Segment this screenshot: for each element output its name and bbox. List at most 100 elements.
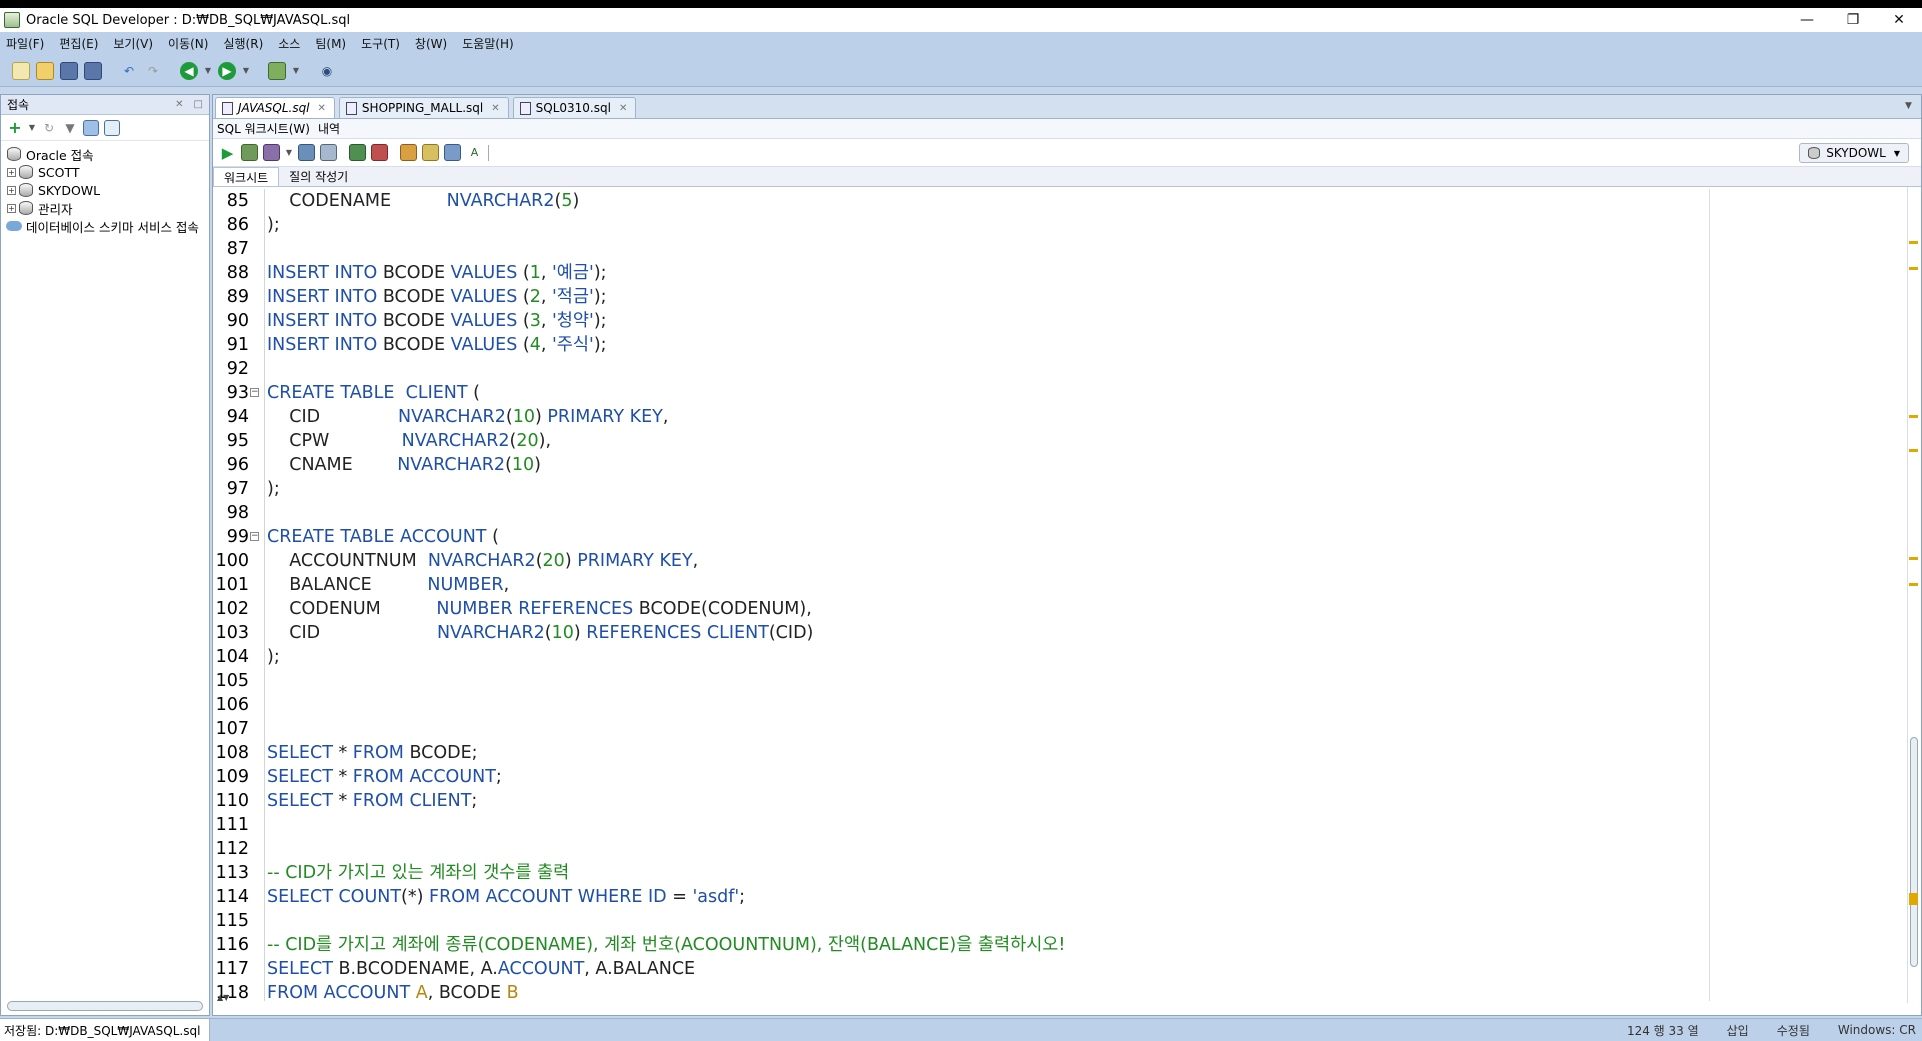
tab-list-dropdown-icon[interactable]: ▼ — [1905, 101, 1915, 111]
tree-item-scott[interactable]: + SCOTT — [1, 163, 209, 181]
save-icon[interactable] — [60, 61, 78, 80]
code-line[interactable]: 92 — [227, 357, 1913, 381]
sql-history-icon[interactable] — [444, 144, 461, 161]
unshared-sql-icon[interactable] — [400, 144, 417, 161]
connection-dropdown-icon[interactable]: ▼ — [292, 62, 300, 80]
rollback-icon[interactable] — [371, 144, 388, 161]
code-line[interactable]: 97); — [227, 477, 1913, 501]
tab-shopping-mall[interactable]: SHOPPING_MALL.sql ✕ — [338, 97, 509, 118]
collapse-all-icon[interactable] — [104, 119, 120, 136]
minimize-button[interactable]: — — [1784, 8, 1830, 32]
forward-icon[interactable]: ▶ — [218, 61, 236, 80]
menu-edit[interactable]: 편집(E) — [59, 35, 98, 52]
menu-run[interactable]: 실행(R) — [223, 35, 263, 52]
code-line[interactable]: 111 — [216, 813, 1913, 837]
tab-worksheet[interactable]: 워크시트 — [213, 167, 280, 186]
code-line[interactable]: 106 — [216, 693, 1913, 717]
refresh-icon[interactable]: ↻ — [41, 120, 57, 136]
code-editor[interactable]: 85 CODENAME NVARCHAR2(5) 86); 87 88 INSERT I… — [213, 189, 1913, 1001]
connection-selector[interactable]: SKYDOWL ▼ — [1799, 143, 1909, 163]
code-line[interactable]: 109 SELECT * FROM ACCOUNT; — [216, 765, 1913, 789]
panel-minimize-icon[interactable]: □ — [194, 99, 203, 110]
warning-marker[interactable] — [1909, 415, 1918, 418]
code-line[interactable]: 107 — [216, 717, 1913, 741]
code-line[interactable]: 101 BALANCE NUMBER, — [216, 573, 1913, 597]
warning-marker[interactable] — [1909, 241, 1918, 244]
eraser-icon[interactable] — [422, 144, 439, 161]
redo-icon[interactable]: ↷ — [144, 62, 162, 80]
menu-window[interactable]: 창(W) — [415, 35, 447, 52]
commit-icon[interactable] — [349, 144, 366, 161]
code-line[interactable]: 85 CODENAME NVARCHAR2(5) — [227, 189, 1913, 213]
schema-browser-icon[interactable] — [83, 119, 99, 136]
tab-close-icon[interactable]: ✕ — [318, 103, 326, 114]
menu-view[interactable]: 보기(V) — [113, 35, 153, 52]
horizontal-scrollbar[interactable] — [7, 1001, 203, 1011]
code-line[interactable]: 87 — [227, 237, 1913, 261]
code-line[interactable]: 108 SELECT * FROM BCODE; — [216, 741, 1913, 765]
tab-close-icon[interactable]: ✕ — [491, 103, 499, 114]
panel-close-icon[interactable]: ✕ — [175, 99, 183, 110]
new-file-icon[interactable] — [12, 61, 30, 80]
expand-icon[interactable]: + — [7, 203, 16, 213]
code-line[interactable]: 88 INSERT INTO BCODE VALUES (1, '예금'); — [227, 261, 1913, 285]
code-line[interactable]: 90 INSERT INTO BCODE VALUES (3, '청약'); — [227, 309, 1913, 333]
menu-team[interactable]: 팀(M) — [315, 35, 346, 52]
tab-query-builder[interactable]: 질의 작성기 — [279, 167, 358, 186]
code-line[interactable]: 94 CID NVARCHAR2(10) PRIMARY KEY, — [227, 405, 1913, 429]
filter-icon[interactable]: ▼ — [62, 120, 78, 136]
code-line[interactable]: 117 SELECT B.BCODENAME, A.ACCOUNT, A.BALA… — [216, 957, 1913, 981]
code-line[interactable]: 91 INSERT INTO BCODE VALUES (4, '주식'); — [227, 333, 1913, 357]
expand-icon[interactable]: + — [7, 167, 16, 177]
binoculars-icon[interactable]: ◉ — [318, 62, 336, 80]
code-line[interactable]: 93− CREATE TABLE CLIENT ( — [227, 381, 1913, 405]
autotrace-icon[interactable] — [263, 144, 280, 161]
expand-icon[interactable]: + — [7, 185, 16, 195]
subtab-history[interactable]: 내역 — [318, 120, 340, 137]
code-line[interactable]: 98 — [227, 501, 1913, 525]
code-line[interactable]: 115 — [216, 909, 1913, 933]
editor-horizontal-scroll[interactable]: ▲▼ — [213, 993, 1913, 1001]
undo-icon[interactable]: ↶ — [120, 62, 138, 80]
add-dropdown-icon[interactable]: ▼ — [28, 120, 36, 136]
subtab-worksheet[interactable]: SQL 워크시트(W) — [217, 120, 310, 137]
code-line[interactable]: 89 INSERT INTO BCODE VALUES (2, '적금'); — [227, 285, 1913, 309]
code-line[interactable]: 100 ACCOUNTNUM NVARCHAR2(20) PRIMARY KEY… — [216, 549, 1913, 573]
collapse-icon[interactable]: − — [250, 532, 259, 541]
restore-button[interactable]: ❐ — [1830, 8, 1876, 32]
warning-marker[interactable] — [1909, 557, 1918, 560]
menu-tools[interactable]: 도구(T) — [361, 35, 400, 52]
sql-connection-icon[interactable] — [268, 61, 286, 80]
code-line[interactable]: 103 CID NVARCHAR2(10) REFERENCES CLIENT(… — [216, 621, 1913, 645]
tree-item-db-schema-service[interactable]: 데이터베이스 스키마 서비스 접속 — [1, 217, 209, 235]
format-icon[interactable]: A — [466, 144, 483, 161]
warning-marker[interactable] — [1909, 267, 1918, 270]
tree-item-admin[interactable]: + 관리자 — [1, 199, 209, 217]
forward-dropdown-icon[interactable]: ▼ — [242, 62, 250, 80]
warning-marker[interactable] — [1909, 449, 1918, 452]
menu-source[interactable]: 소스 — [278, 35, 300, 52]
menu-file[interactable]: 파일(F) — [6, 35, 44, 52]
menu-help[interactable]: 도움말(H) — [462, 35, 514, 52]
collapse-icon[interactable]: − — [250, 388, 259, 397]
back-dropdown-icon[interactable]: ▼ — [204, 62, 212, 80]
code-line[interactable]: 105 — [216, 669, 1913, 693]
tree-item-skydowl[interactable]: + SKYDOWL — [1, 181, 209, 199]
code-line[interactable]: 116 -- CID를 가지고 계좌에 종류(CODENAME), 계좌 번호(A… — [216, 933, 1913, 957]
autotrace-dropdown-icon[interactable]: ▼ — [285, 144, 293, 161]
back-icon[interactable]: ◀ — [180, 61, 198, 80]
code-line[interactable]: 112 — [216, 837, 1913, 861]
close-button[interactable]: ✕ — [1876, 8, 1922, 32]
tab-close-icon[interactable]: ✕ — [619, 103, 627, 114]
code-line[interactable]: 86); — [227, 213, 1913, 237]
code-line[interactable]: 95 CPW NVARCHAR2(20), — [227, 429, 1913, 453]
code-line[interactable]: 113 -- CID가 가지고 있는 계좌의 갯수를 출력 — [216, 861, 1913, 885]
open-folder-icon[interactable] — [36, 61, 54, 80]
tab-javasql[interactable]: JAVASQL.sql ✕ — [215, 97, 335, 118]
code-line[interactable]: 102 CODENUM NUMBER REFERENCES BCODE(CODE… — [216, 597, 1913, 621]
run-statement-icon[interactable]: ▶ — [219, 144, 236, 162]
code-line[interactable]: 96 CNAME NVARCHAR2(10) — [227, 453, 1913, 477]
run-script-icon[interactable] — [241, 144, 258, 161]
code-line[interactable]: 99− CREATE TABLE ACCOUNT ( — [227, 525, 1913, 549]
add-connection-icon[interactable]: + — [7, 118, 23, 137]
